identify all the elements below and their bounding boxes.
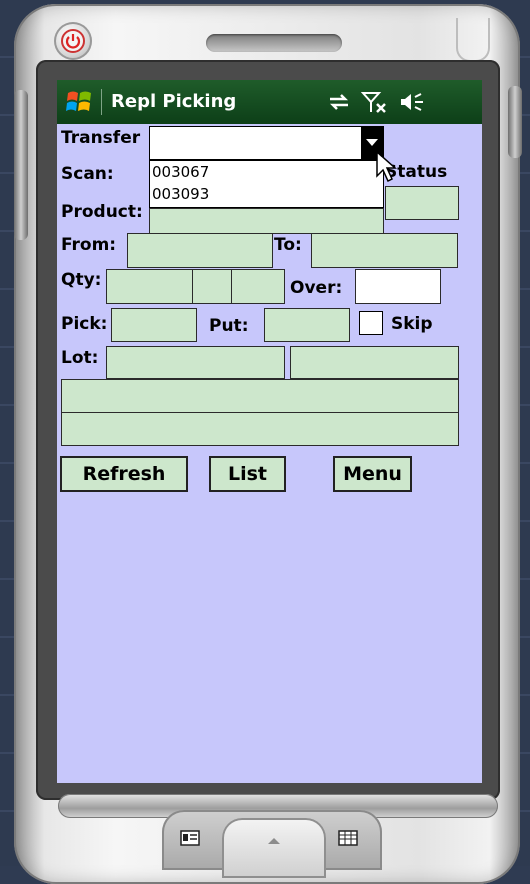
status-field[interactable] (385, 186, 459, 220)
dropdown-option[interactable]: 003093 (150, 183, 383, 205)
from-field[interactable] (127, 233, 273, 268)
title-bar: Repl Picking (57, 80, 482, 124)
from-label: From: (61, 235, 117, 255)
mouse-cursor-icon (376, 150, 397, 183)
transfer-label: Transfer (61, 128, 141, 148)
scan-label: Scan: (61, 164, 114, 184)
speaker-icon[interactable] (399, 91, 425, 113)
menu-button[interactable]: Menu (333, 456, 412, 492)
calendar-key[interactable] (338, 830, 358, 846)
put-label: Put: (209, 316, 249, 336)
skip-label: Skip (391, 314, 433, 334)
skip-checkbox[interactable] (359, 311, 383, 335)
pick-field[interactable] (111, 308, 197, 342)
earpiece-speaker (206, 34, 342, 52)
lot-field-2[interactable] (290, 346, 459, 379)
contacts-key[interactable] (180, 830, 200, 846)
extra-info-field[interactable] (61, 412, 459, 446)
d-pad-button[interactable] (222, 818, 326, 878)
over-field[interactable] (355, 269, 441, 304)
side-button-right[interactable] (508, 86, 522, 158)
refresh-button[interactable]: Refresh (60, 456, 188, 492)
transfer-dropdown-list[interactable]: 003067 003093 (149, 160, 384, 208)
over-label: Over: (290, 278, 343, 298)
qty-field-1[interactable] (106, 269, 193, 304)
dropdown-option[interactable]: 003067 (150, 161, 383, 183)
lot-description-field[interactable] (61, 379, 459, 413)
qty-field-3[interactable] (231, 269, 285, 304)
status-icons (327, 88, 425, 116)
up-arrow-icon (268, 838, 280, 844)
pick-label: Pick: (61, 314, 108, 334)
transfer-dropdown[interactable] (149, 126, 384, 160)
title-separator (101, 89, 102, 115)
lot-label: Lot: (61, 348, 99, 368)
power-icon (61, 29, 85, 53)
power-button[interactable] (54, 22, 92, 60)
to-label: To: (274, 235, 302, 255)
window-title: Repl Picking (111, 91, 237, 112)
qty-field-2[interactable] (192, 269, 232, 304)
windows-start-icon[interactable] (65, 87, 95, 117)
lot-field-1[interactable] (106, 346, 285, 379)
signal-off-icon[interactable] (361, 90, 389, 114)
stylus-slot (456, 18, 490, 62)
calendar-grid-icon (338, 830, 358, 846)
product-field[interactable] (149, 208, 384, 234)
qty-label: Qty: (61, 270, 102, 290)
device-screen: Repl Picking Transfer Scan: Status Produ… (57, 80, 482, 783)
list-button[interactable]: List (209, 456, 286, 492)
contact-card-icon (180, 830, 200, 846)
to-field[interactable] (311, 233, 458, 268)
chevron-down-icon (366, 139, 378, 146)
sync-arrows-icon[interactable] (327, 91, 351, 113)
put-field[interactable] (264, 308, 350, 342)
side-button-left[interactable] (14, 90, 28, 240)
product-label: Product: (61, 202, 143, 222)
